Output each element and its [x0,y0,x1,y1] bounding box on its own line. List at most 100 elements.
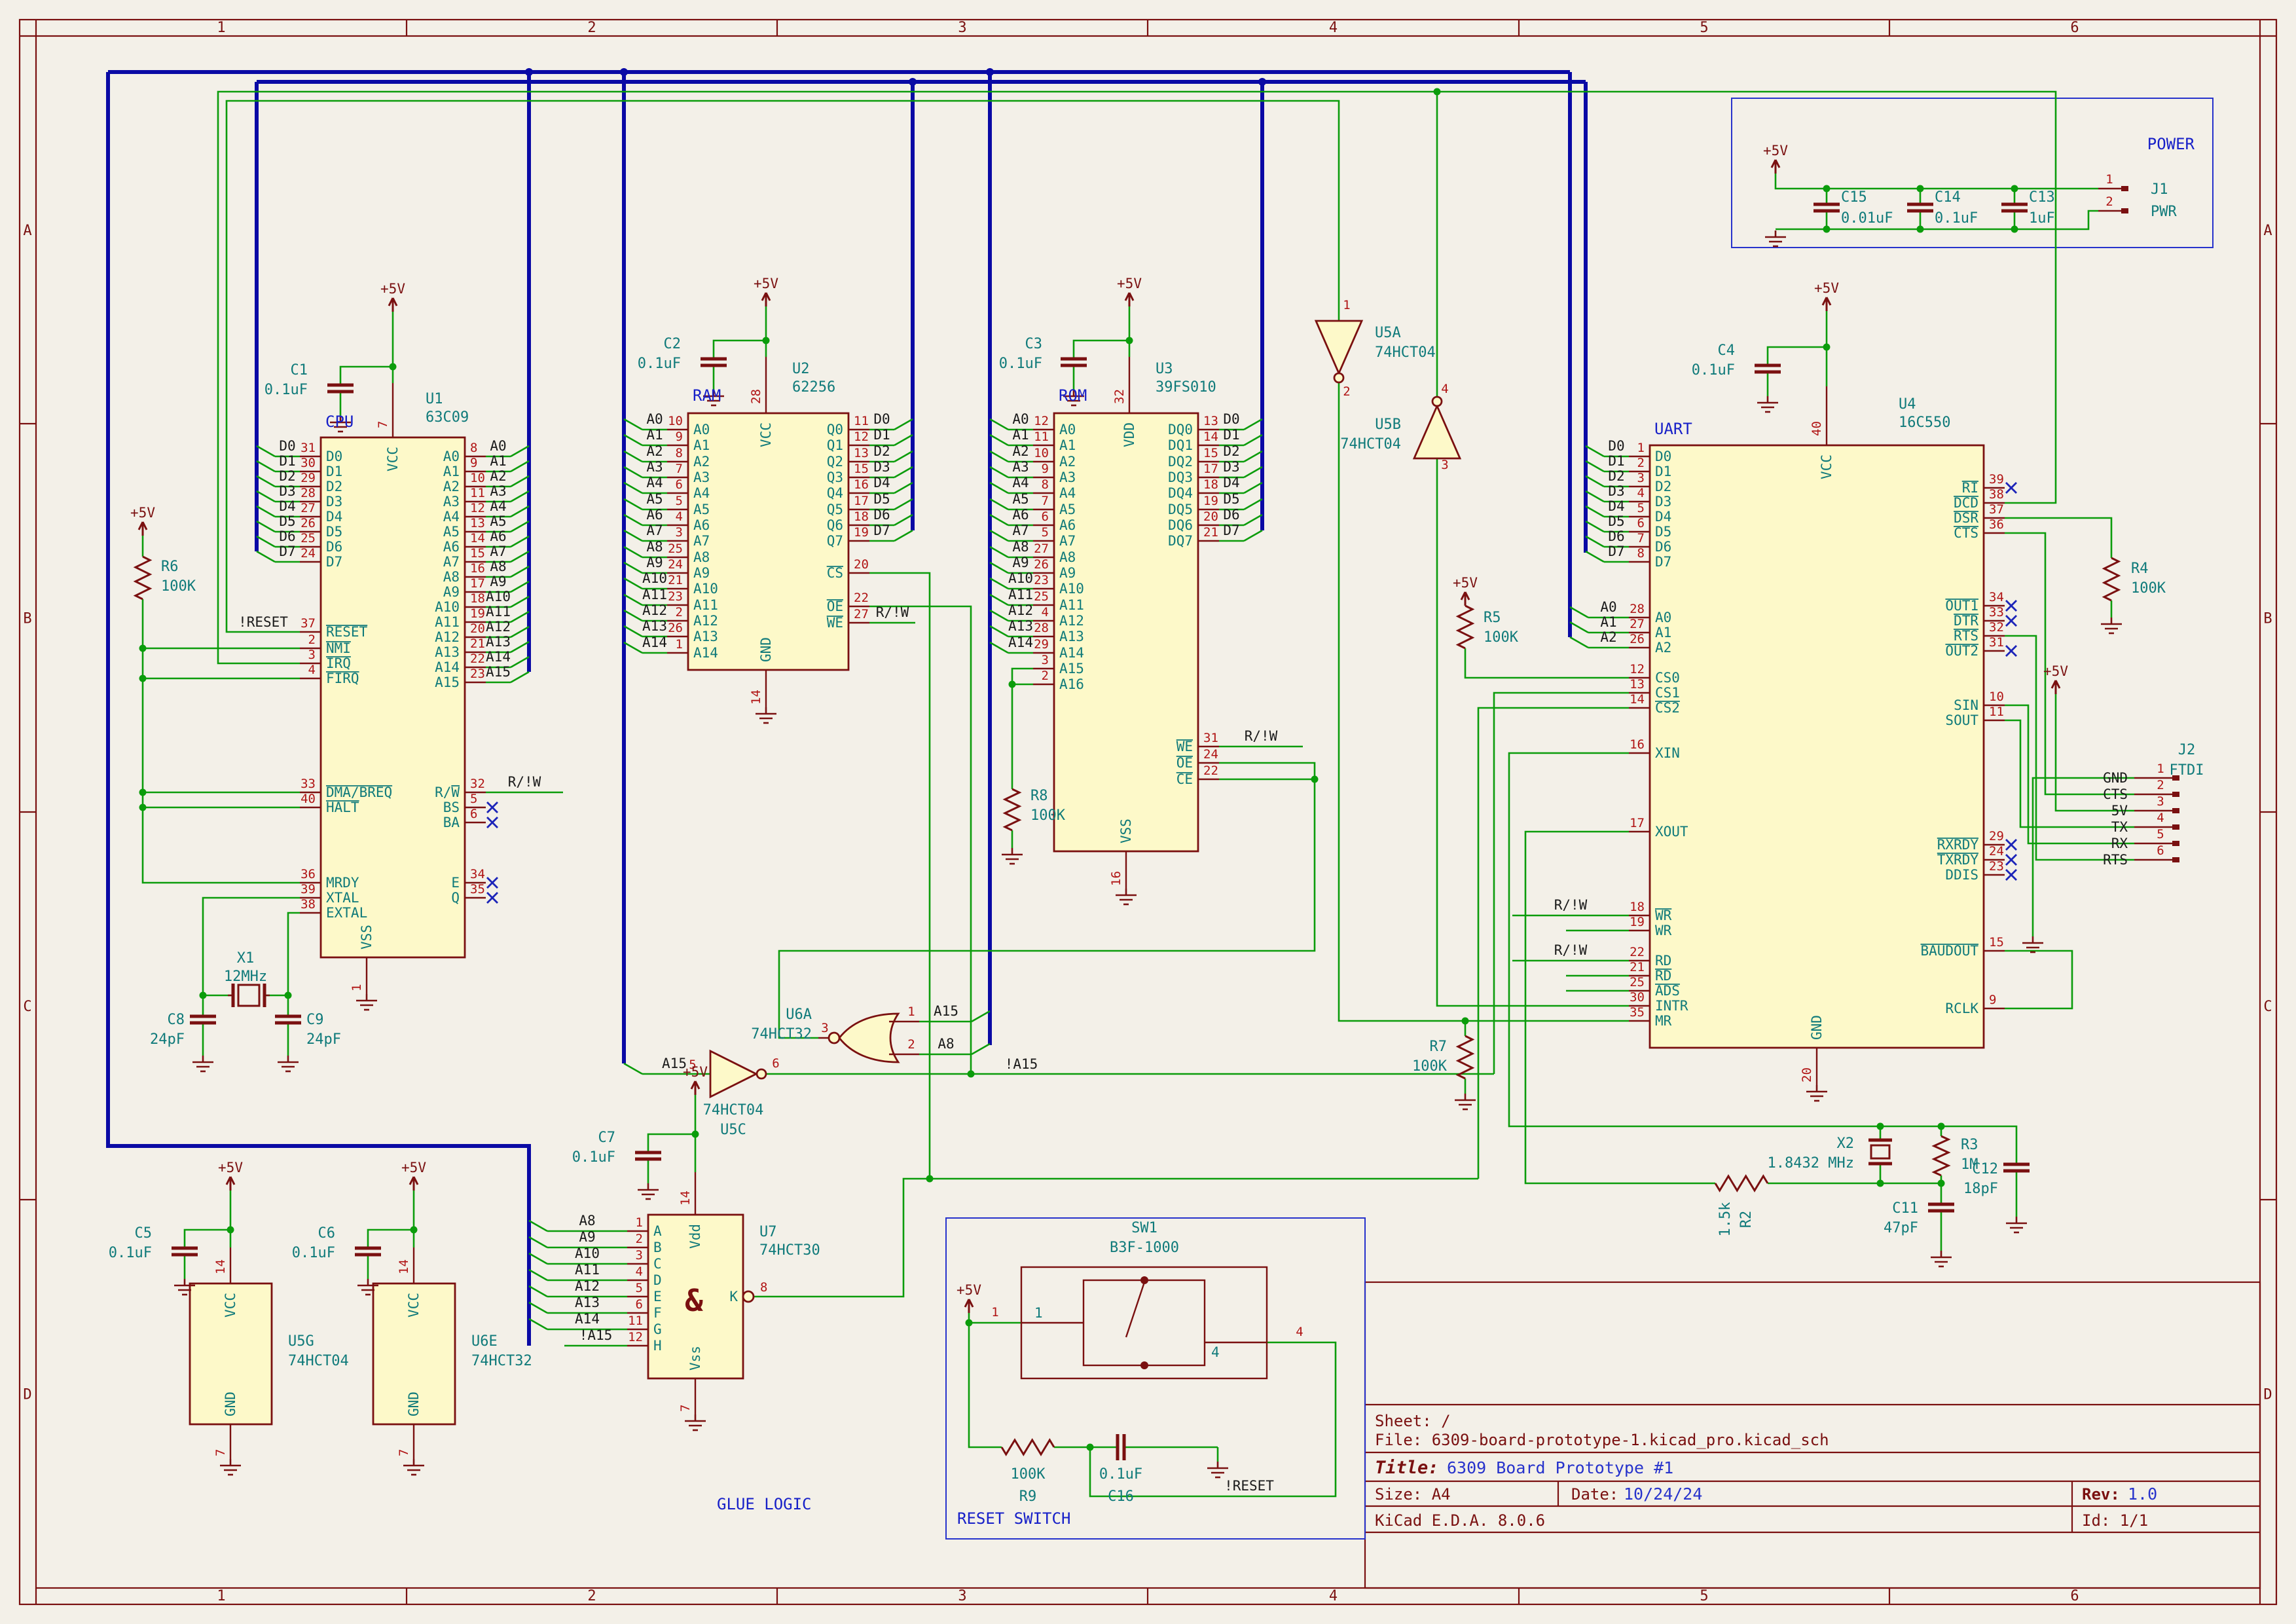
switch-SW1[interactable]: 1414 [991,1267,1303,1378]
resistor-R6[interactable] [136,557,150,599]
svg-text:A4: A4 [646,475,663,490]
capacitor-C12[interactable] [2003,1164,2030,1171]
svg-text:OUT2: OUT2 [1945,643,1978,659]
resistor-R7[interactable] [1458,1036,1472,1079]
svg-text:A1: A1 [1059,437,1076,453]
junction [390,363,397,371]
svg-text:VSS: VSS [1118,819,1134,843]
svg-text:D2: D2 [1608,468,1624,484]
svg-text:DQ2: DQ2 [1168,454,1193,470]
svg-text:D1: D1 [1608,453,1624,469]
tb-date: 10/24/24 [1624,1485,1702,1504]
ic-U5G[interactable]: 14VCC7GND [190,1247,272,1459]
svg-text:A10: A10 [1008,570,1033,586]
capacitor-C5[interactable] [172,1248,198,1255]
capacitor-C9[interactable] [275,1016,301,1023]
svg-text:TXRDY: TXRDY [1937,852,1979,868]
section-label: ROM [1059,386,1087,405]
ic-U1[interactable]: 31D0D030D1D129D2D228D3D327D4D426D5D525D6… [257,383,563,994]
junction [926,1175,934,1183]
resistor-R5[interactable] [1458,606,1472,648]
svg-text:19: 19 [1203,494,1218,508]
svg-text:A11: A11 [575,1262,600,1278]
svg-text:1: 1 [2157,762,2164,776]
svg-text:R/!W: R/!W [1245,728,1278,744]
svg-text:5: 5 [2157,827,2164,841]
resistor-R3[interactable] [1934,1136,1948,1175]
svg-text:D: D [2263,1387,2272,1403]
resistor-R2[interactable] [1715,1176,1768,1190]
svg-text:A14: A14 [435,659,460,675]
capacitor-C8[interactable] [190,1016,216,1023]
ref-label: 100K [1030,807,1066,824]
gate-U6A[interactable] [818,1014,919,1062]
svg-text:B: B [653,1240,662,1255]
ref-label: C14 [1935,189,1961,206]
svg-text:24: 24 [1203,747,1218,762]
connector-J2[interactable]: 1GND2CTS35V4TX5RX6RTS [2103,762,2179,868]
svg-text:8: 8 [1637,546,1645,561]
junction [1823,226,1831,233]
svg-text:A13: A13 [575,1295,600,1310]
crystal-X1[interactable] [228,984,270,1007]
ic-U4[interactable]: 1D0D02D1D13D2D24D3D35D4D46D5D57D6D68D7D7… [1512,386,2005,1085]
capacitor-C11[interactable] [1928,1204,1954,1211]
svg-text:CS: CS [827,565,843,581]
capacitor-C15[interactable] [1813,204,1840,211]
capacitor-C13[interactable] [2001,204,2028,211]
capacitor-C14[interactable] [1907,204,1933,211]
svg-text:A0: A0 [443,449,460,464]
schematic-canvas[interactable]: 112233445566AABBCCDDSheet: /File: 6309-b… [0,0,2296,1624]
svg-text:HALT: HALT [326,800,359,815]
resistor-R9[interactable] [1002,1440,1054,1454]
svg-text:Vdd: Vdd [687,1224,703,1249]
svg-text:+5V: +5V [1453,575,1478,591]
capacitor-C3[interactable] [1061,359,1087,365]
capacitor-C2[interactable] [701,359,727,365]
svg-text:15: 15 [854,462,869,476]
capacitor-C16[interactable] [1118,1434,1124,1460]
svg-text:A1: A1 [646,427,663,443]
svg-text:D7: D7 [1608,544,1624,559]
svg-text:4: 4 [1296,1325,1303,1339]
svg-text:1: 1 [907,1005,915,1019]
svg-text:22: 22 [1630,945,1645,959]
ic-U6E[interactable]: 14VCC7GND [373,1247,455,1459]
svg-text:A15: A15 [435,674,460,690]
svg-text:A10: A10 [575,1246,600,1261]
capacitor-C1[interactable] [327,385,354,392]
svg-text:D4: D4 [1223,475,1239,490]
svg-text:OE: OE [827,599,843,614]
svg-text:D5: D5 [1655,524,1671,540]
svg-text:8: 8 [676,446,683,460]
svg-text:CS0: CS0 [1655,670,1680,686]
svg-text:A10: A10 [435,599,460,615]
junction [139,645,147,652]
ref-label: 24pF [306,1031,341,1048]
crystal-X2[interactable] [1868,1140,1892,1164]
svg-text:6: 6 [2157,843,2164,858]
ic-U7[interactable]: 1AA82BA93CA104DA115EA126FA1311GA1412H!A1… [529,1172,767,1414]
gate-U5A[interactable] [1316,321,1362,382]
svg-text:DQ3: DQ3 [1168,470,1193,485]
svg-text:34: 34 [1989,590,2004,604]
ref-label: U5G [288,1333,314,1350]
capacitor-C7[interactable] [635,1153,661,1159]
capacitor-C6[interactable] [355,1248,381,1255]
kicad-schematic-page: 112233445566AABBCCDDSheet: /File: 6309-b… [0,0,2296,1624]
ref-label: 0.1uF [1935,210,1978,227]
ic-U2[interactable]: 10A0A09A1A18A2A27A3A36A4A45A5A54A6A63A7A… [624,357,915,707]
gate-U5B[interactable] [1414,397,1460,458]
resistor-R4[interactable] [2104,558,2119,600]
resistor-R8[interactable] [1005,789,1019,830]
svg-text:2: 2 [2105,194,2113,209]
svg-text:XOUT: XOUT [1655,824,1688,840]
capacitor-C4[interactable] [1755,365,1781,372]
connector-J1[interactable]: 12 [2098,172,2128,213]
ref-label: R2 [1738,1211,1755,1228]
ref-label: 100K [1412,1058,1448,1075]
svg-text:19: 19 [854,525,869,540]
gate-U5C[interactable] [710,1051,766,1097]
svg-text:D2: D2 [873,443,890,459]
svg-text:20: 20 [470,621,485,636]
